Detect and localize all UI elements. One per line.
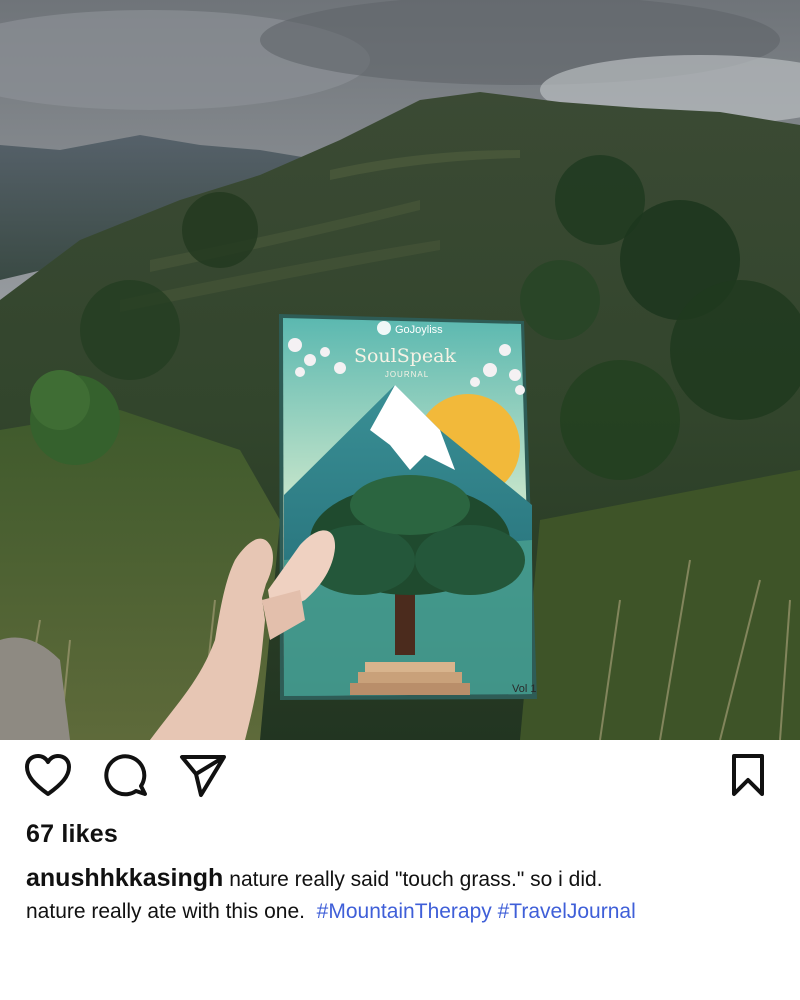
book-brand: GoJoyliss — [395, 324, 443, 336]
brand-logo-icon — [377, 321, 391, 335]
bookmark-icon — [732, 754, 764, 796]
save-button[interactable] — [723, 750, 773, 800]
like-button[interactable] — [23, 750, 73, 800]
caption-text-line1: nature really said "touch grass." so i d… — [229, 868, 603, 891]
book-volume: Vol 1 — [512, 683, 536, 695]
hashtag-link[interactable]: #MountainTherapy — [317, 900, 492, 923]
heart-icon — [25, 754, 71, 796]
username-link[interactable]: anushhkkasingh — [26, 864, 223, 892]
book-title: SoulSpeak — [354, 345, 457, 367]
photo-illustration: GoJoyliss SoulSpeak JOURNAL Vol 1 — [0, 0, 800, 740]
likes-count[interactable]: 67 likes — [26, 820, 118, 849]
book-subtitle: JOURNAL — [385, 370, 429, 379]
post: GoJoyliss SoulSpeak JOURNAL Vol 1 67 lik… — [0, 0, 800, 1000]
hashtag-link[interactable]: #TravelJournal — [498, 900, 636, 923]
caption-text-line2: nature really ate with this one. — [26, 900, 305, 923]
comment-button[interactable] — [101, 750, 151, 800]
post-photo[interactable]: GoJoyliss SoulSpeak JOURNAL Vol 1 — [0, 0, 800, 740]
post-caption: anushhkkasingh nature really said "touch … — [26, 862, 776, 928]
post-actions-bar — [0, 740, 800, 810]
comment-icon — [104, 754, 147, 797]
send-icon — [180, 755, 226, 797]
share-button[interactable] — [178, 750, 228, 800]
